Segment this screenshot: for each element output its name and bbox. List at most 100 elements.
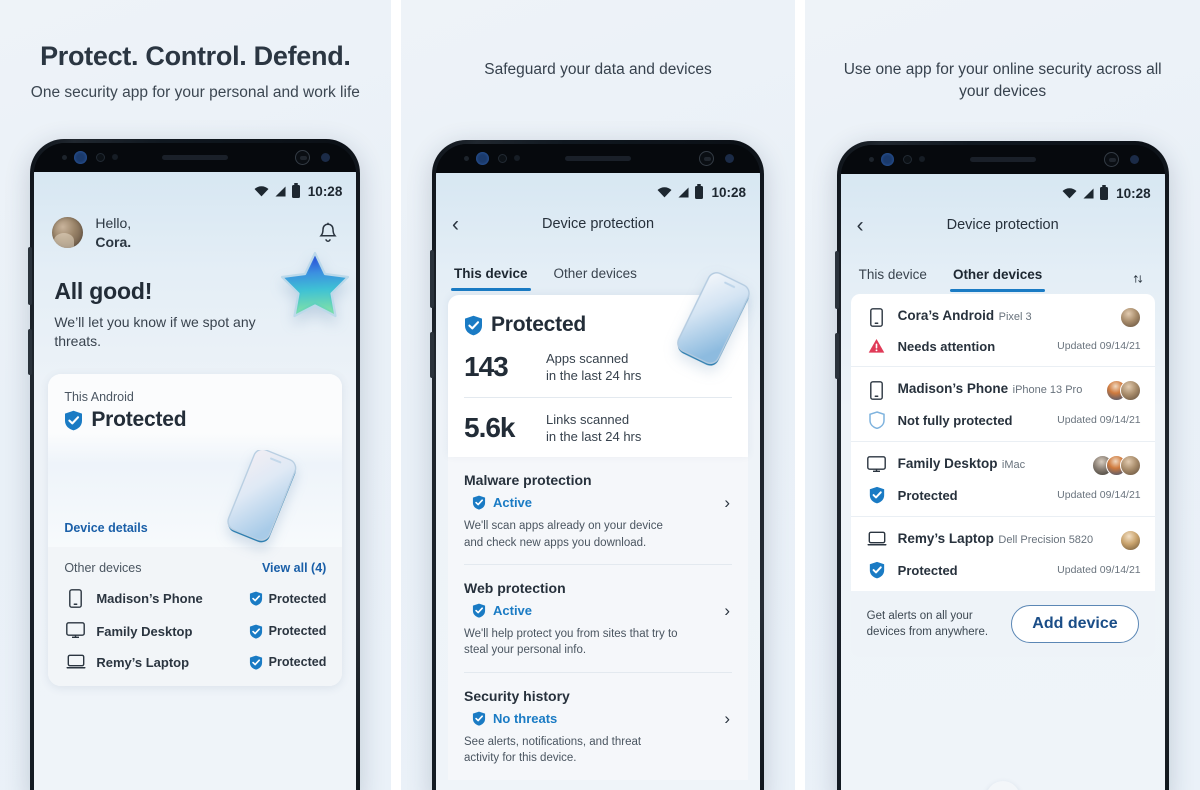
device-status: Protected [249, 655, 326, 670]
section-status: Active [464, 603, 732, 618]
device-status: Protected [249, 624, 327, 639]
avatar[interactable] [52, 217, 84, 249]
shield-check-icon [472, 711, 486, 726]
links-scanned-label-line1: Links scanned [546, 411, 630, 427]
shield-check-icon [865, 561, 889, 579]
device-updated: Updated 09/14/21 [1057, 489, 1141, 501]
avatar [1119, 307, 1141, 328]
device-updated: Updated 09/14/21 [1057, 564, 1141, 576]
mobile-phone-icon [865, 307, 889, 327]
phone-side-button-volume [28, 247, 33, 305]
hero-section: All good! We’ll let you know if we spot … [34, 251, 356, 353]
sensor-dot-icon [868, 157, 874, 162]
notification-bell-icon[interactable] [318, 222, 338, 244]
desktop-monitor-icon [64, 622, 87, 640]
device-model: Pixel 3 [998, 311, 1032, 323]
table-row[interactable]: Cora’s Android Pixel 3 Needs attention U… [850, 294, 1155, 366]
phone-bezel: 10:28 ‹ Device protection This device Ot… [840, 145, 1165, 790]
iris-scanner-icon [902, 155, 912, 164]
table-row[interactable]: Family Desktop iMac Protected Updated 09… [850, 441, 1155, 516]
avatar [1119, 380, 1141, 401]
device-header-row: Cora’s Android Pixel 3 [865, 307, 1141, 328]
phone-notch-bar [840, 145, 1165, 174]
protection-sections-list: Malware protection Active We'll scan app… [448, 457, 748, 780]
front-camera-icon [476, 152, 489, 165]
this-device-card[interactable]: This Android Protected Device details Ot… [48, 374, 343, 687]
app-bar: ‹ Device protection [436, 203, 760, 245]
add-device-button[interactable]: Add device [1011, 605, 1139, 643]
shield-check-icon [465, 315, 482, 335]
device-status-row: Not fully protected Updated 09/14/21 [865, 411, 1141, 429]
shield-check-icon [65, 410, 83, 431]
device-updated: Updated 09/14/21 [1057, 414, 1141, 426]
device-info: Family Desktop iMac [898, 455, 1025, 473]
page-title: Device protection [541, 216, 655, 232]
device-name: Remy’s Laptop [897, 531, 994, 546]
device-info: Madison’s Phone iPhone 13 Pro [898, 380, 1083, 398]
face-unlock-camera-icon [295, 150, 311, 165]
device-model: Dell Precision 5820 [998, 534, 1094, 546]
proximity-sensor-icon [918, 156, 925, 162]
phone-illustration [227, 450, 297, 543]
greeting-line-1: Hello, [95, 215, 132, 231]
list-item-security-history[interactable]: Security history No threats See alerts, … [464, 671, 732, 780]
device-header-row: Madison’s Phone iPhone 13 Pro [865, 380, 1141, 401]
view-all-link[interactable]: View all (4) [262, 561, 326, 575]
list-item-malware-protection[interactable]: Malware protection Active We'll scan app… [464, 457, 732, 564]
shield-check-icon [249, 591, 262, 606]
shield-check-icon [865, 486, 889, 504]
phone-bezel: 10:28 ‹ Device protection This device Ot… [436, 144, 760, 790]
light-sensor-icon [725, 154, 734, 163]
mobile-phone-icon [865, 380, 889, 400]
protection-status-label: Protected [491, 313, 587, 336]
chevron-right-icon[interactable]: › [724, 493, 730, 513]
section-description: We'll help protect you from sites that t… [464, 628, 678, 657]
section-status-label: Active [493, 495, 533, 511]
device-name: Family Desktop [96, 623, 193, 639]
tab-this-device[interactable]: This device [859, 267, 927, 292]
phone-screen-3: 10:28 ‹ Device protection This device Ot… [840, 174, 1165, 790]
tab-other-devices[interactable]: Other devices [554, 266, 637, 291]
device-model: iMac [1001, 459, 1026, 471]
phone-side-button-volume [834, 251, 839, 309]
device-model: iPhone 13 Pro [1012, 384, 1083, 396]
earpiece-speaker-icon [969, 157, 1036, 162]
list-item[interactable]: Family Desktop Protected [64, 622, 326, 640]
this-device-status-row: Protected [64, 408, 326, 432]
tab-other-devices[interactable]: Other devices [949, 267, 1046, 292]
list-item[interactable]: Remy’s Laptop Protected [64, 654, 326, 670]
phone-screen-2: 10:28 ‹ Device protection This device Ot… [436, 173, 760, 790]
device-status-label: Protected [897, 487, 958, 503]
tab-this-device[interactable]: This device [451, 266, 531, 291]
screenshot-stage: Protect. Control. Defend. One security a… [0, 0, 1200, 790]
phone-side-button-power [28, 329, 33, 375]
iris-scanner-icon [96, 153, 106, 162]
status-bar: 10:28 [841, 174, 1165, 204]
clock-label: 10:28 [1116, 186, 1151, 201]
list-item[interactable]: Madison’s Phone Protected [64, 589, 326, 609]
chevron-right-icon[interactable]: › [724, 601, 730, 621]
device-info: Remy’s Laptop Dell Precision 5820 [898, 530, 1094, 548]
apps-scanned-value: 143 [464, 351, 509, 383]
device-status-label: Protected [268, 624, 327, 639]
greeting-row: Hello, Cora. [34, 202, 356, 252]
table-row[interactable]: Madison’s Phone iPhone 13 Pro Not fully … [850, 366, 1155, 441]
proximity-sensor-icon [514, 155, 520, 161]
promo-panel-2: Safeguard your data and devices 10:28 ‹ … [400, 0, 796, 790]
other-devices-section: Other devices View all (4) Madison’s Pho… [48, 547, 343, 687]
app-bar: ‹ Device protection [841, 204, 1165, 246]
list-item-web-protection[interactable]: Web protection Active We'll help protect… [464, 564, 732, 672]
cta-text: Get alerts on all your devices from anyw… [866, 609, 989, 638]
device-status-label: Needs attention [897, 338, 996, 354]
device-details-link[interactable]: Device details [64, 521, 147, 535]
settings-gear-icon[interactable] [985, 781, 1020, 790]
battery-icon [1100, 184, 1109, 200]
device-status: Protected [249, 591, 326, 606]
shield-check-icon [249, 655, 262, 670]
chevron-right-icon[interactable]: › [724, 709, 730, 729]
sort-arrows-icon[interactable] [1129, 274, 1147, 292]
promo-panel-1: Protect. Control. Defend. One security a… [0, 0, 391, 790]
clock-label: 10:28 [307, 184, 343, 199]
avatar [1119, 455, 1141, 476]
table-row[interactable]: Remy’s Laptop Dell Precision 5820 Protec… [850, 516, 1155, 591]
